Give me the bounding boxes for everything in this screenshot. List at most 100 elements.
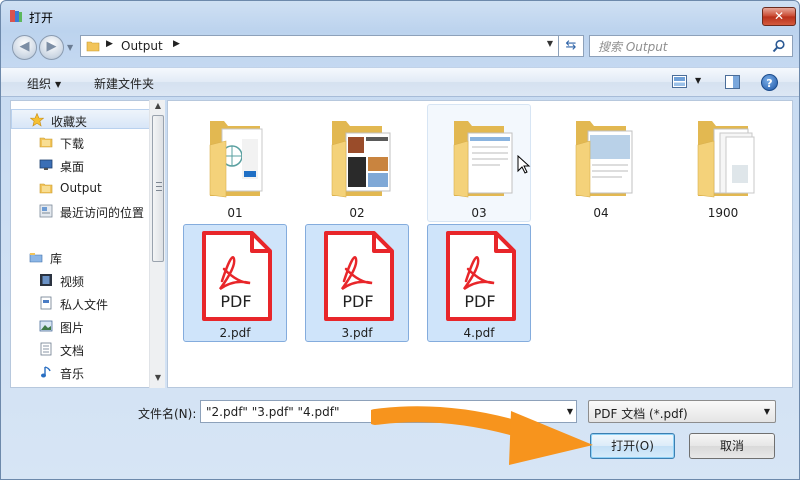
nav-item-label: 下载 — [60, 137, 85, 151]
mouse-cursor-icon — [517, 155, 531, 174]
folder-icon — [697, 121, 755, 198]
nav-item-videos[interactable]: 视频 — [11, 270, 151, 290]
library-icon — [29, 253, 43, 263]
nav-item-desktop[interactable]: 桌面 — [11, 155, 151, 175]
recent-places-icon — [39, 204, 53, 218]
document-icon — [40, 296, 52, 310]
nav-item-output[interactable]: Output — [11, 178, 151, 198]
desktop-icon — [39, 159, 53, 170]
nav-item-music[interactable]: 音乐 — [11, 362, 151, 382]
file-list[interactable]: 01 02 03 04 1900 PDF 2.pdf PDF 3.pdf PDF… — [167, 100, 793, 388]
nav-item-private-files[interactable]: 私人文件 — [11, 293, 151, 313]
new-folder-button[interactable]: 新建文件夹 — [94, 75, 154, 92]
folder-item-1900[interactable]: 1900 — [671, 104, 775, 222]
filetype-select[interactable]: PDF 文档 (*.pdf) ▼ — [588, 400, 776, 423]
organize-label: 组织 — [27, 77, 52, 91]
filename-label: 文件名(N): — [138, 407, 197, 421]
folder-item-03[interactable]: 03 — [427, 104, 531, 222]
preview-pane-icon[interactable] — [725, 75, 740, 89]
search-icon[interactable] — [772, 39, 786, 53]
folder-item-01[interactable]: 01 — [183, 104, 287, 222]
folder-item-04[interactable]: 04 — [549, 104, 653, 222]
nav-item-documents[interactable]: 文档 — [11, 339, 151, 359]
folder-icon — [209, 121, 263, 198]
pdf-file-icon: PDF — [324, 231, 394, 321]
pdf-item-3[interactable]: PDF 3.pdf — [305, 224, 409, 342]
nav-item-label: 文档 — [60, 344, 85, 358]
grip-icon — [156, 182, 162, 191]
folder-icon — [575, 121, 633, 198]
nav-libraries-label: 库 — [50, 252, 63, 266]
refresh-button[interactable]: ⇆ — [558, 35, 584, 57]
star-icon — [30, 113, 44, 127]
video-icon — [40, 274, 52, 286]
breadcrumb-chevron-icon[interactable]: ▶ — [173, 39, 180, 49]
nav-item-label: 桌面 — [60, 160, 85, 174]
open-button[interactable]: 打开(O) — [590, 433, 675, 459]
filetype-value: PDF 文档 (*.pdf) — [594, 407, 688, 421]
nav-scrollbar[interactable]: ▲ ▼ — [149, 100, 165, 388]
window-title: 打开 — [29, 11, 54, 25]
scroll-up-icon[interactable]: ▲ — [150, 101, 166, 115]
title-bar[interactable]: 打开 ✕ — [1, 1, 799, 31]
command-bar: 组织 ▼ 新建文件夹 ▼ ? — [1, 67, 799, 97]
nav-item-label: 视频 — [60, 275, 85, 289]
chevron-down-icon: ▼ — [55, 80, 62, 89]
view-options-icon[interactable] — [672, 75, 687, 88]
file-name: 2.pdf — [219, 326, 251, 340]
pictures-icon — [39, 320, 53, 332]
pdf-item-4[interactable]: PDF 4.pdf — [427, 224, 531, 342]
pdf-item-2[interactable]: PDF 2.pdf — [183, 224, 287, 342]
music-icon — [41, 366, 51, 378]
folder-icon — [86, 41, 100, 52]
open-file-dialog: 打开 ✕ ◀ ▶ ▼ ▶ Output ▶ ▼ ⇆ 组织▼ 新建文件夹 ▼ — [0, 0, 800, 480]
cancel-button[interactable]: 取消 — [689, 433, 775, 459]
pdf-badge-label: PDF — [220, 292, 251, 311]
filename-value: "2.pdf" "3.pdf" "4.pdf" — [206, 405, 340, 419]
folder-icon — [331, 121, 391, 198]
address-bar[interactable]: ▶ Output ▶ ▼ — [80, 35, 558, 57]
search-input[interactable] — [598, 39, 768, 55]
file-name: 02 — [349, 206, 365, 220]
file-name: 01 — [227, 206, 243, 220]
forward-button[interactable]: ▶ — [39, 35, 64, 60]
nav-item-pictures[interactable]: 图片 — [11, 316, 151, 336]
breadcrumb-chevron-icon[interactable]: ▶ — [106, 39, 113, 49]
file-name: 3.pdf — [341, 326, 373, 340]
pdf-file-icon: PDF — [202, 231, 272, 321]
scroll-down-icon[interactable]: ▼ — [150, 373, 166, 387]
nav-favorites-label: 收藏夹 — [51, 115, 88, 129]
pdf-badge-label: PDF — [342, 292, 373, 311]
scroll-thumb[interactable] — [152, 115, 164, 262]
help-icon[interactable]: ? — [761, 74, 778, 91]
folder-icon — [39, 137, 53, 148]
folder-icon — [39, 183, 53, 194]
nav-libraries[interactable]: 库 — [11, 247, 151, 267]
pdf-badge-label: PDF — [464, 292, 495, 311]
breadcrumb-output[interactable]: Output — [121, 39, 163, 53]
folder-item-02[interactable]: 02 — [305, 104, 409, 222]
back-button[interactable]: ◀ — [12, 35, 37, 60]
history-dropdown-icon[interactable]: ▼ — [67, 43, 73, 52]
folder-icon — [453, 121, 513, 198]
chevron-down-icon[interactable]: ▼ — [695, 76, 701, 85]
annotation-arrow-icon — [371, 406, 593, 465]
nav-item-label: 图片 — [60, 321, 85, 335]
chevron-down-icon[interactable]: ▼ — [542, 39, 558, 48]
app-icon — [10, 10, 22, 22]
nav-item-label: 最近访问的位置 — [60, 206, 145, 220]
search-box[interactable] — [589, 35, 793, 57]
file-name: 1900 — [707, 206, 739, 220]
close-button[interactable]: ✕ — [762, 7, 796, 26]
chevron-down-icon: ▼ — [763, 407, 770, 416]
file-name: 03 — [471, 206, 487, 220]
pdf-file-icon: PDF — [446, 231, 516, 321]
nav-item-downloads[interactable]: 下载 — [11, 132, 151, 152]
nav-item-label: 私人文件 — [60, 298, 109, 312]
nav-item-label: 音乐 — [60, 367, 85, 381]
file-name: 4.pdf — [463, 326, 495, 340]
nav-item-label: Output — [60, 181, 102, 195]
nav-favorites[interactable]: 收藏夹 — [11, 109, 151, 129]
organize-menu[interactable]: 组织 ▼ — [27, 75, 61, 92]
nav-item-recent-places[interactable]: 最近访问的位置 — [11, 201, 159, 221]
